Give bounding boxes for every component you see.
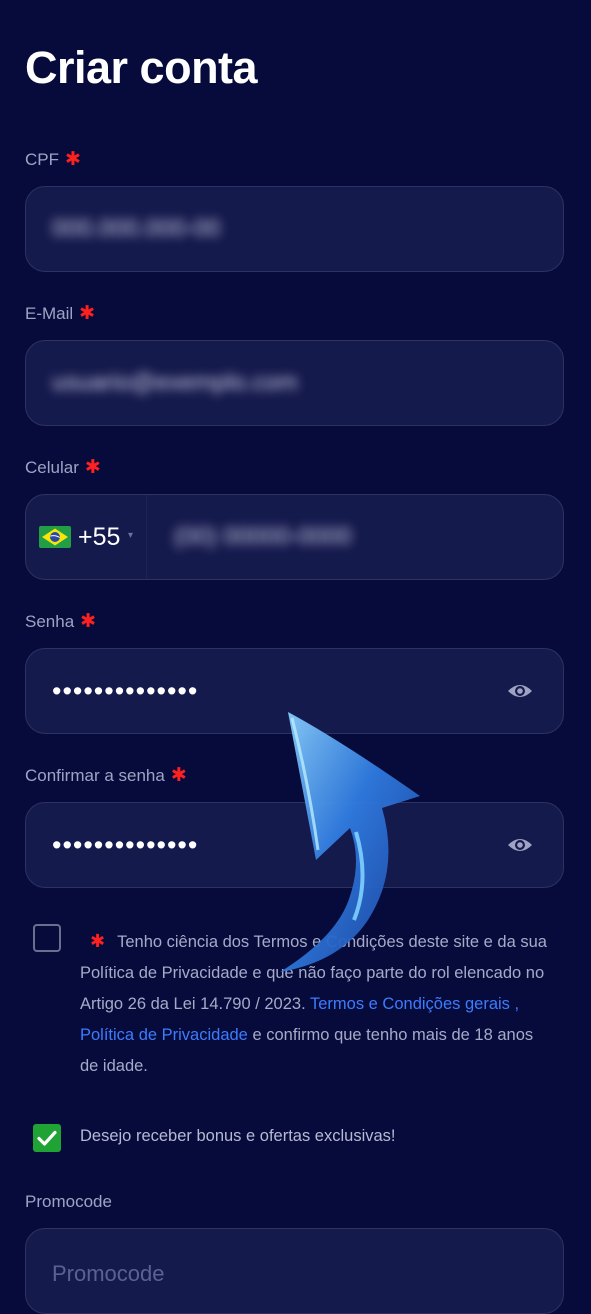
phone-field[interactable]: +55 ▾ (00) 00000-0000 bbox=[25, 494, 564, 580]
password-label: Senha ✱ bbox=[25, 610, 96, 633]
country-code-selector[interactable]: +55 ▾ bbox=[26, 495, 147, 579]
cpf-value: 000.000.000-00 bbox=[52, 215, 221, 242]
terms-text: ✱ Tenho ciência dos Termos e Condições de… bbox=[80, 926, 550, 1082]
email-label: E-Mail ✱ bbox=[25, 302, 95, 325]
required-icon: ✱ bbox=[84, 457, 101, 478]
promocode-label: Promocode bbox=[25, 1192, 112, 1211]
phone-value: (00) 00000-0000 bbox=[174, 523, 352, 550]
cpf-field[interactable]: 000.000.000-00 bbox=[25, 186, 564, 272]
confirm-password-label: Confirmar a senha ✱ bbox=[25, 764, 187, 787]
cpf-label: CPF ✱ bbox=[25, 148, 81, 171]
terms-checkbox[interactable] bbox=[33, 924, 61, 952]
password-field[interactable]: •••••••••••••• bbox=[25, 648, 564, 734]
eye-icon[interactable] bbox=[507, 835, 533, 855]
email-value: usuario@exemplo.com bbox=[52, 369, 298, 396]
confirm-password-value: •••••••••••••• bbox=[52, 830, 199, 860]
offers-checkbox[interactable] bbox=[33, 1124, 61, 1152]
phone-label: Celular ✱ bbox=[25, 456, 101, 479]
email-field[interactable]: usuario@exemplo.com bbox=[25, 340, 564, 426]
password-label-text: Senha bbox=[25, 612, 75, 631]
phone-label-text: Celular bbox=[25, 458, 79, 477]
eye-icon[interactable] bbox=[507, 681, 533, 701]
required-icon: ✱ bbox=[90, 931, 106, 951]
promocode-field[interactable]: Promocode bbox=[25, 1228, 564, 1314]
required-icon: ✱ bbox=[79, 303, 96, 324]
chevron-down-icon: ▾ bbox=[128, 530, 134, 541]
cpf-label-text: CPF bbox=[25, 150, 59, 169]
offers-label: Desejo receber bonus e ofertas exclusiva… bbox=[80, 1127, 396, 1145]
create-account-page: Criar conta CPF ✱ 000.000.000-00 E-Mail ✱ … bbox=[0, 0, 591, 1314]
required-icon: ✱ bbox=[80, 611, 97, 632]
password-value: •••••••••••••• bbox=[52, 676, 199, 706]
brazil-flag-icon bbox=[39, 526, 71, 548]
confirm-password-label-text: Confirmar a senha bbox=[25, 766, 165, 785]
email-label-text: E-Mail bbox=[25, 304, 74, 323]
required-icon: ✱ bbox=[170, 765, 187, 786]
confirm-password-field[interactable]: •••••••••••••• bbox=[25, 802, 564, 888]
checkmark-icon bbox=[37, 1130, 57, 1146]
required-icon: ✱ bbox=[65, 149, 81, 170]
country-code: +55 bbox=[78, 523, 121, 551]
promocode-placeholder: Promocode bbox=[52, 1261, 165, 1286]
page-title: Criar conta bbox=[25, 42, 258, 93]
